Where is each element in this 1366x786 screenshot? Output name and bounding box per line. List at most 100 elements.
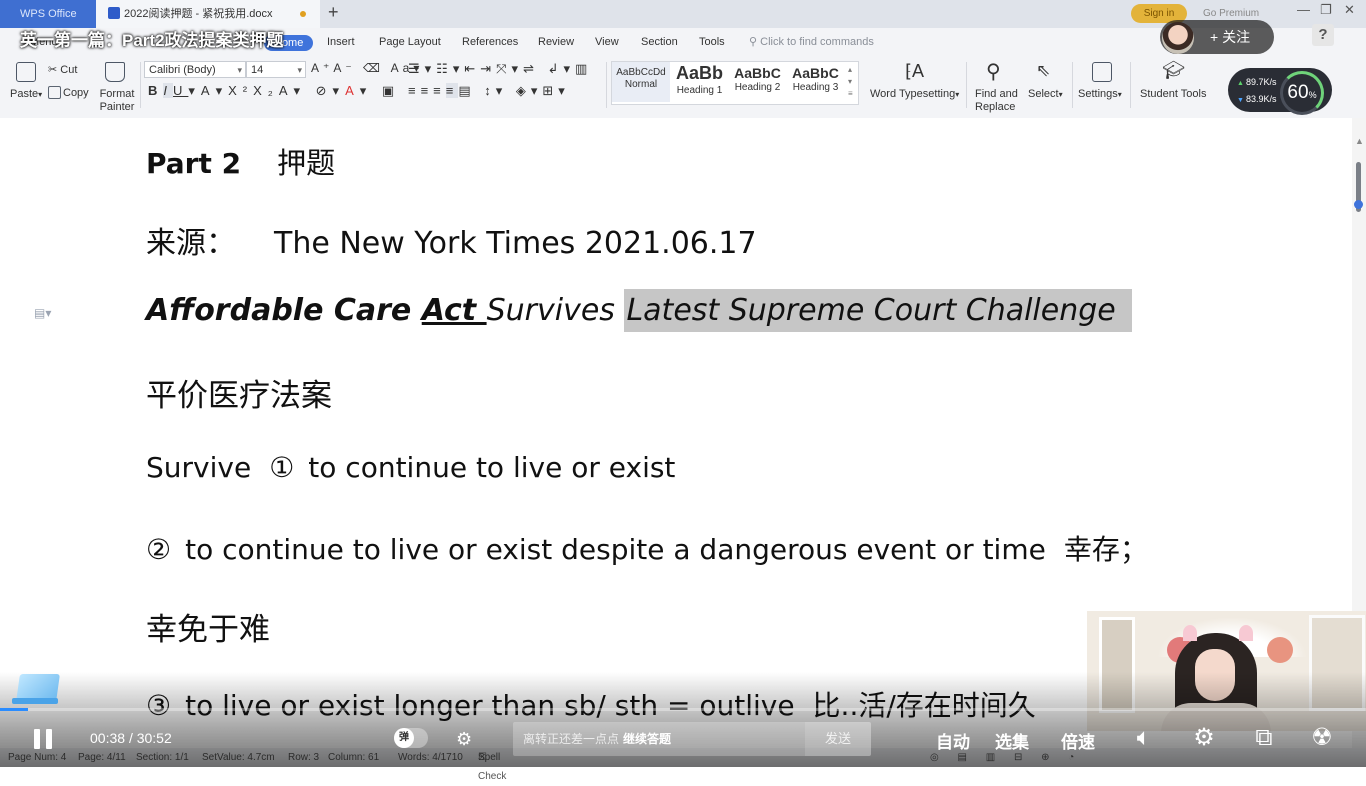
3d-cube-icon[interactable]	[12, 672, 60, 706]
find-replace-button[interactable]: Find and Replace	[975, 88, 1019, 114]
duration: 30:52	[136, 730, 172, 746]
tab-review[interactable]: Review	[538, 28, 574, 57]
command-search-placeholder: Click to find commands	[760, 36, 874, 48]
style-normal[interactable]: AaBbCcDd Normal	[612, 62, 670, 102]
copy-label: Copy	[63, 87, 89, 99]
font-name-select[interactable]: Calibri (Body)	[144, 61, 246, 78]
gallery-scroll-icons[interactable]: ▴ ▾ ≡	[848, 64, 853, 100]
paragraph-menu-icon[interactable]: ▤▾	[34, 306, 51, 320]
tab-insert[interactable]: Insert	[327, 28, 355, 57]
font-format-icons[interactable]: BIU▾A▾X²X₂A▾ ⊘▾A▾ ▣	[148, 83, 400, 99]
status-page[interactable]: Page: 4/11	[78, 748, 126, 767]
alignment-icons[interactable]: ≡≡≡≡▤ ↕▾ ◈▾⊞▾	[408, 83, 570, 99]
pause-button[interactable]	[32, 728, 54, 750]
font-size-select[interactable]: 14	[246, 61, 306, 78]
tab-tools[interactable]: Tools	[699, 28, 725, 57]
doc-line-def2: ② to continue to live or exist despite a …	[146, 528, 1148, 568]
danmu-knob: 弹	[394, 728, 414, 748]
network-speed-widget: 89.7K/s 83.9K/s 60%	[1228, 68, 1332, 115]
style-label: Heading 3	[792, 82, 839, 93]
style-heading-3[interactable]: AaBbC Heading 3	[787, 62, 844, 102]
style-label: Heading 2	[734, 82, 781, 93]
paste-icon[interactable]	[16, 62, 36, 82]
def3-text: to live or exist longer than sb/ sth = o…	[185, 689, 795, 722]
follow-label: 关注	[1222, 29, 1251, 45]
def2-text: to continue to live or exist despite a d…	[185, 533, 1046, 566]
memory-percent: 60%	[1280, 71, 1324, 115]
minimize-icon[interactable]: —	[1297, 2, 1310, 17]
student-tools-button[interactable]: Student Tools	[1140, 88, 1206, 100]
copy-icon	[48, 86, 61, 99]
source-label: 来源：	[146, 226, 236, 261]
command-search[interactable]: ⚲ Click to find commands	[749, 28, 874, 57]
style-preview: AaBbCcDd	[616, 67, 666, 78]
danmu-cta[interactable]: 继续答题	[623, 732, 671, 746]
picture-in-picture-icon[interactable]: ⧉	[1250, 724, 1278, 752]
font-grow-shrink-icons[interactable]: A⁺A⁻ ⌫ Aa▾	[311, 61, 423, 75]
wps-office-tab[interactable]: WPS Office	[0, 0, 96, 28]
doc-line-part: Part 2 押题	[146, 140, 335, 182]
style-preview: AaBb	[675, 63, 723, 83]
tab-references[interactable]: References	[462, 28, 518, 57]
quality-auto-button[interactable]: 自动	[936, 728, 970, 753]
find-icon[interactable]: ⚲	[986, 59, 1001, 84]
settings-label: Settings	[1078, 88, 1118, 100]
style-heading-2[interactable]: AaBbC Heading 2	[729, 62, 786, 102]
volume-icon[interactable]: 🔈︎	[1130, 724, 1158, 752]
title-bar: WPS Office 2022阅读押题 - 紧祝我用.docx + Sign i…	[0, 0, 1366, 28]
select-cursor-icon[interactable]: ⇖	[1036, 61, 1050, 81]
status-row: Row: 3	[288, 752, 320, 763]
select-label: Select	[1028, 88, 1059, 100]
word-typesetting-button[interactable]: Word Typesetting▾	[870, 88, 959, 100]
settings-button[interactable]: Settings▾	[1078, 88, 1122, 100]
status-words[interactable]: Words: 4/1710	[398, 748, 463, 767]
danmu-input[interactable]: 离转正还差一点点 继续答题	[513, 722, 805, 756]
episodes-button[interactable]: 选集	[995, 728, 1029, 753]
tab-view[interactable]: View	[595, 28, 619, 57]
def1-text: to continue to live or exist	[308, 451, 676, 484]
danmu-settings-icon[interactable]: ⚙︎	[456, 728, 482, 750]
help-icon[interactable]: ?	[1312, 24, 1334, 46]
copy-button[interactable]: Copy	[48, 86, 89, 99]
word-typesetting-icon[interactable]: ⁅A	[905, 62, 925, 82]
danmu-toggle[interactable]: 弹	[394, 728, 428, 748]
cut-button[interactable]: ✂ Cut	[48, 63, 77, 76]
format-painter-icon[interactable]	[105, 62, 125, 82]
doc-line-source: 来源： The New York Times 2021.06.17	[146, 218, 757, 262]
format-painter-button[interactable]: Format Painter	[97, 88, 137, 114]
scroll-up-icon[interactable]: ▲	[1355, 136, 1364, 146]
tab-page-layout[interactable]: Page Layout	[379, 28, 441, 57]
doc-line-translation: 平价医疗法案	[146, 378, 332, 414]
status-column: Column: 61	[328, 752, 380, 763]
close-icon[interactable]: ✕	[1344, 2, 1355, 18]
webcam-video[interactable]	[1087, 611, 1366, 731]
streamer-avatar[interactable]	[1162, 22, 1194, 54]
paste-button[interactable]: Paste▾	[10, 88, 42, 100]
list-indent-icons[interactable]: ☰▾☷▾⇤⇥⤧▾⇌ ↲▾▥	[408, 61, 592, 77]
settings-icon[interactable]	[1092, 62, 1112, 82]
send-button[interactable]: 发送	[805, 722, 871, 756]
select-button[interactable]: Select▾	[1028, 88, 1063, 100]
settings-gear-icon[interactable]: ⚙︎	[1190, 724, 1218, 752]
headline-highlighted: Latest Supreme Court Challenge	[624, 289, 1132, 332]
style-label: Normal	[624, 79, 658, 90]
part-heading: Part 2	[146, 147, 242, 180]
divider	[966, 62, 967, 108]
danmu-placeholder: 离转正还差一点点	[523, 732, 620, 746]
source-value: The New York Times 2021.06.17	[274, 226, 757, 261]
graduation-cap-icon[interactable]: 🎓︎	[1162, 60, 1185, 81]
video-progress-bar[interactable]	[0, 708, 1366, 711]
cut-label: Cut	[60, 64, 78, 76]
status-page-num[interactable]: Page Num: 4	[8, 748, 66, 767]
video-time: 00:38 / 30:52	[90, 730, 172, 746]
document-tab[interactable]: 2022阅读押题 - 紧祝我用.docx	[96, 0, 320, 28]
scroll-position-dot[interactable]	[1354, 200, 1363, 209]
divider	[1130, 62, 1131, 108]
new-tab-button[interactable]: +	[328, 2, 339, 23]
follow-button[interactable]: + 关注	[1160, 20, 1274, 54]
style-heading-1[interactable]: AaBb Heading 1	[671, 62, 728, 102]
speed-button[interactable]: 倍速	[1061, 728, 1095, 753]
tab-section[interactable]: Section	[641, 28, 678, 57]
fullscreen-icon[interactable]: ☢︎	[1308, 724, 1336, 752]
restore-icon[interactable]: ❐	[1320, 2, 1332, 18]
